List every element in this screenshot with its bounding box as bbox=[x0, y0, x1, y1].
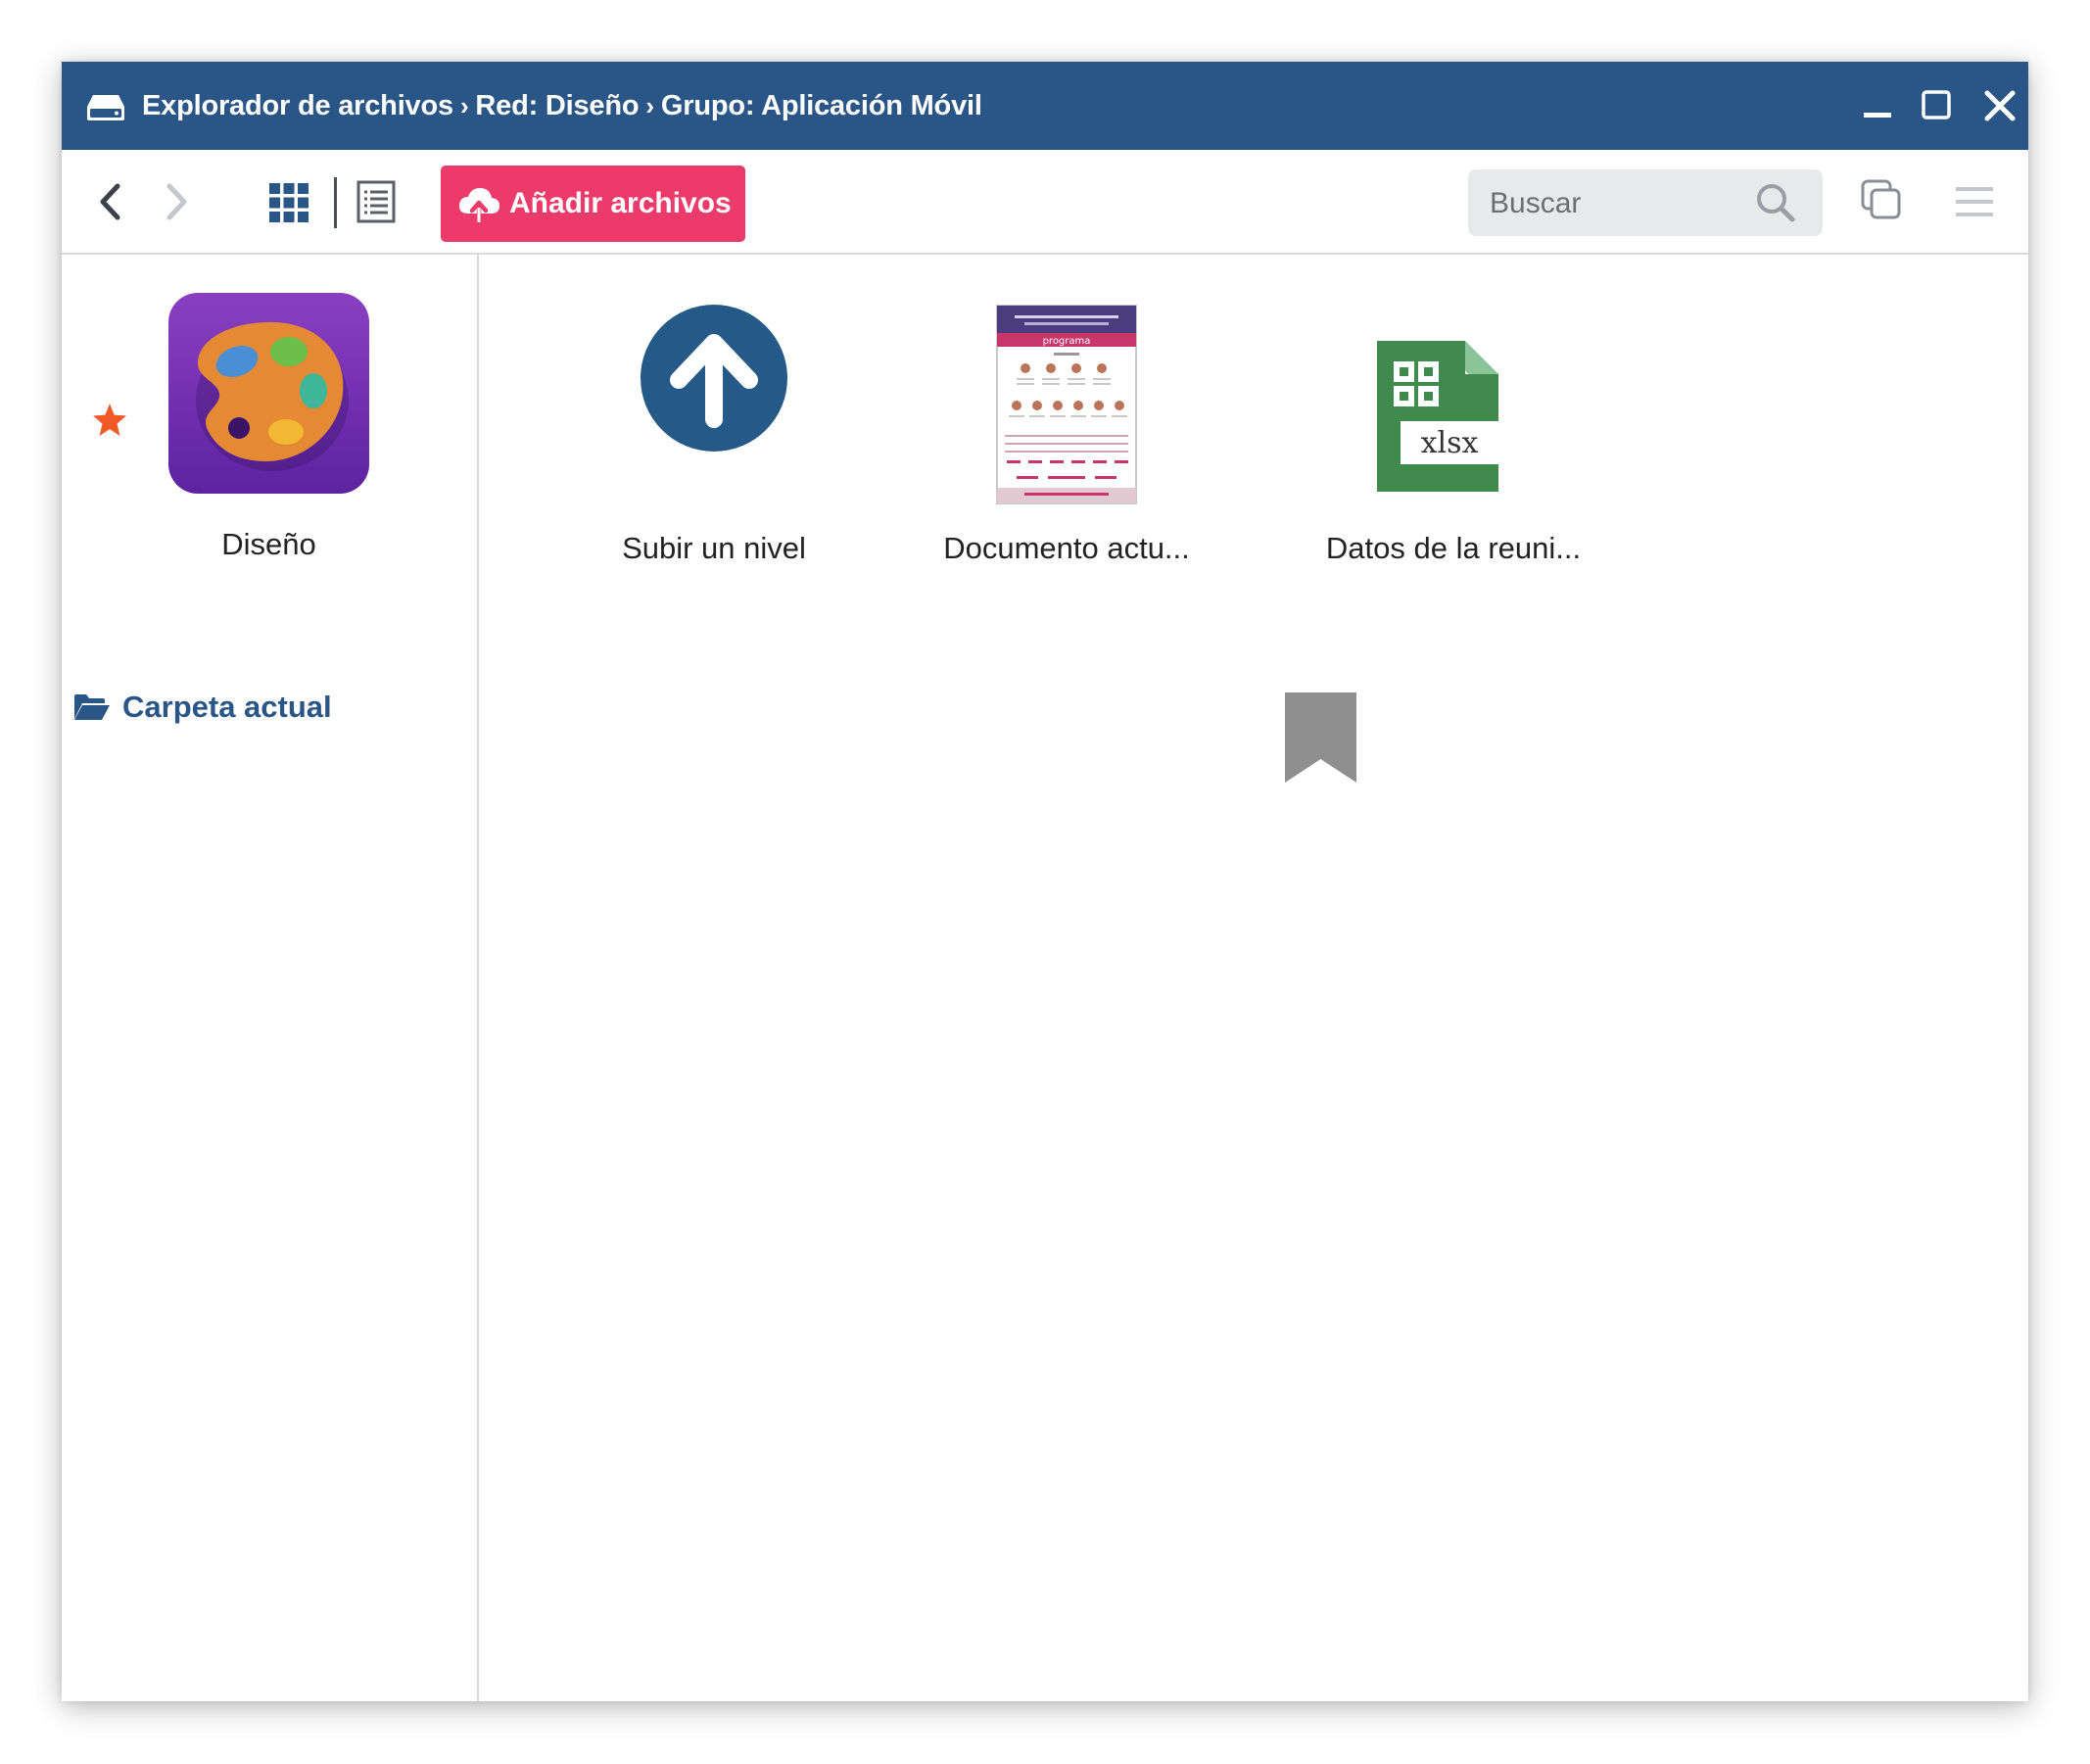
xlsx-file-icon: xlsx bbox=[1377, 341, 1498, 492]
folder-open-icon bbox=[74, 694, 110, 720]
toolbar-divider bbox=[334, 177, 337, 228]
item-label: Subir un nivel bbox=[622, 531, 806, 565]
file-area: Subir un nivel programa Documento actu..… bbox=[479, 255, 2028, 1701]
chevron-left-icon[interactable] bbox=[91, 179, 130, 224]
sidebar: Diseño Carpeta actual bbox=[62, 255, 479, 1701]
favorite-label[interactable]: Diseño bbox=[120, 527, 417, 562]
add-files-button[interactable]: Añadir archivos bbox=[441, 166, 745, 242]
current-folder-label: Carpeta actual bbox=[122, 690, 332, 724]
title-bar: Explorador de archivos › Red: Diseño › G… bbox=[62, 62, 2028, 150]
copy-icon[interactable] bbox=[1859, 177, 1904, 222]
bookmark-icon[interactable] bbox=[1285, 692, 1356, 783]
item-label: Datos de la reuni... bbox=[1325, 531, 1582, 565]
arrow-up-circle-icon bbox=[641, 305, 787, 452]
document-thumbnail: programa bbox=[996, 305, 1137, 504]
list-view-icon[interactable] bbox=[356, 179, 397, 224]
breadcrumb-separator: › bbox=[645, 90, 654, 120]
breadcrumb-item[interactable]: Explorador de archivos bbox=[142, 90, 453, 122]
cloud-upload-icon bbox=[458, 188, 499, 223]
thumbnail-header: programa bbox=[1043, 336, 1091, 347]
close-icon[interactable] bbox=[1977, 83, 2022, 128]
palette-icon[interactable] bbox=[168, 293, 369, 494]
breadcrumb-item[interactable]: Grupo: Aplicación Móvil bbox=[661, 90, 982, 122]
toolbar: Añadir archivos bbox=[62, 150, 2028, 255]
breadcrumb-item[interactable]: Red: Diseño bbox=[475, 90, 639, 122]
maximize-icon[interactable] bbox=[1916, 83, 1961, 128]
document-item[interactable]: programa Documento actu... bbox=[915, 304, 1218, 597]
current-folder-link[interactable]: Carpeta actual bbox=[73, 686, 332, 729]
item-label: Documento actu... bbox=[943, 531, 1190, 565]
breadcrumb: Explorador de archivos › Red: Diseño › G… bbox=[142, 62, 982, 150]
hamburger-menu-icon[interactable] bbox=[1952, 179, 1997, 224]
search-input[interactable] bbox=[1488, 169, 1756, 238]
file-type-label: xlsx bbox=[1421, 426, 1479, 460]
search-icon[interactable] bbox=[1754, 181, 1797, 224]
file-explorer-window: Explorador de archivos › Red: Diseño › G… bbox=[62, 62, 2028, 1701]
search-box bbox=[1468, 169, 1823, 238]
spreadsheet-item[interactable]: xlsx Datos de la reuni... bbox=[1302, 304, 1605, 597]
grid-view-icon[interactable] bbox=[268, 182, 309, 223]
star-icon[interactable] bbox=[91, 402, 128, 439]
chevron-right-icon[interactable] bbox=[157, 179, 196, 224]
minimize-icon[interactable] bbox=[1856, 83, 1901, 128]
add-files-label: Añadir archivos bbox=[509, 187, 732, 219]
drive-icon bbox=[87, 95, 124, 120]
go-up-item[interactable]: Subir un nivel bbox=[567, 304, 861, 597]
breadcrumb-separator: › bbox=[459, 90, 469, 120]
